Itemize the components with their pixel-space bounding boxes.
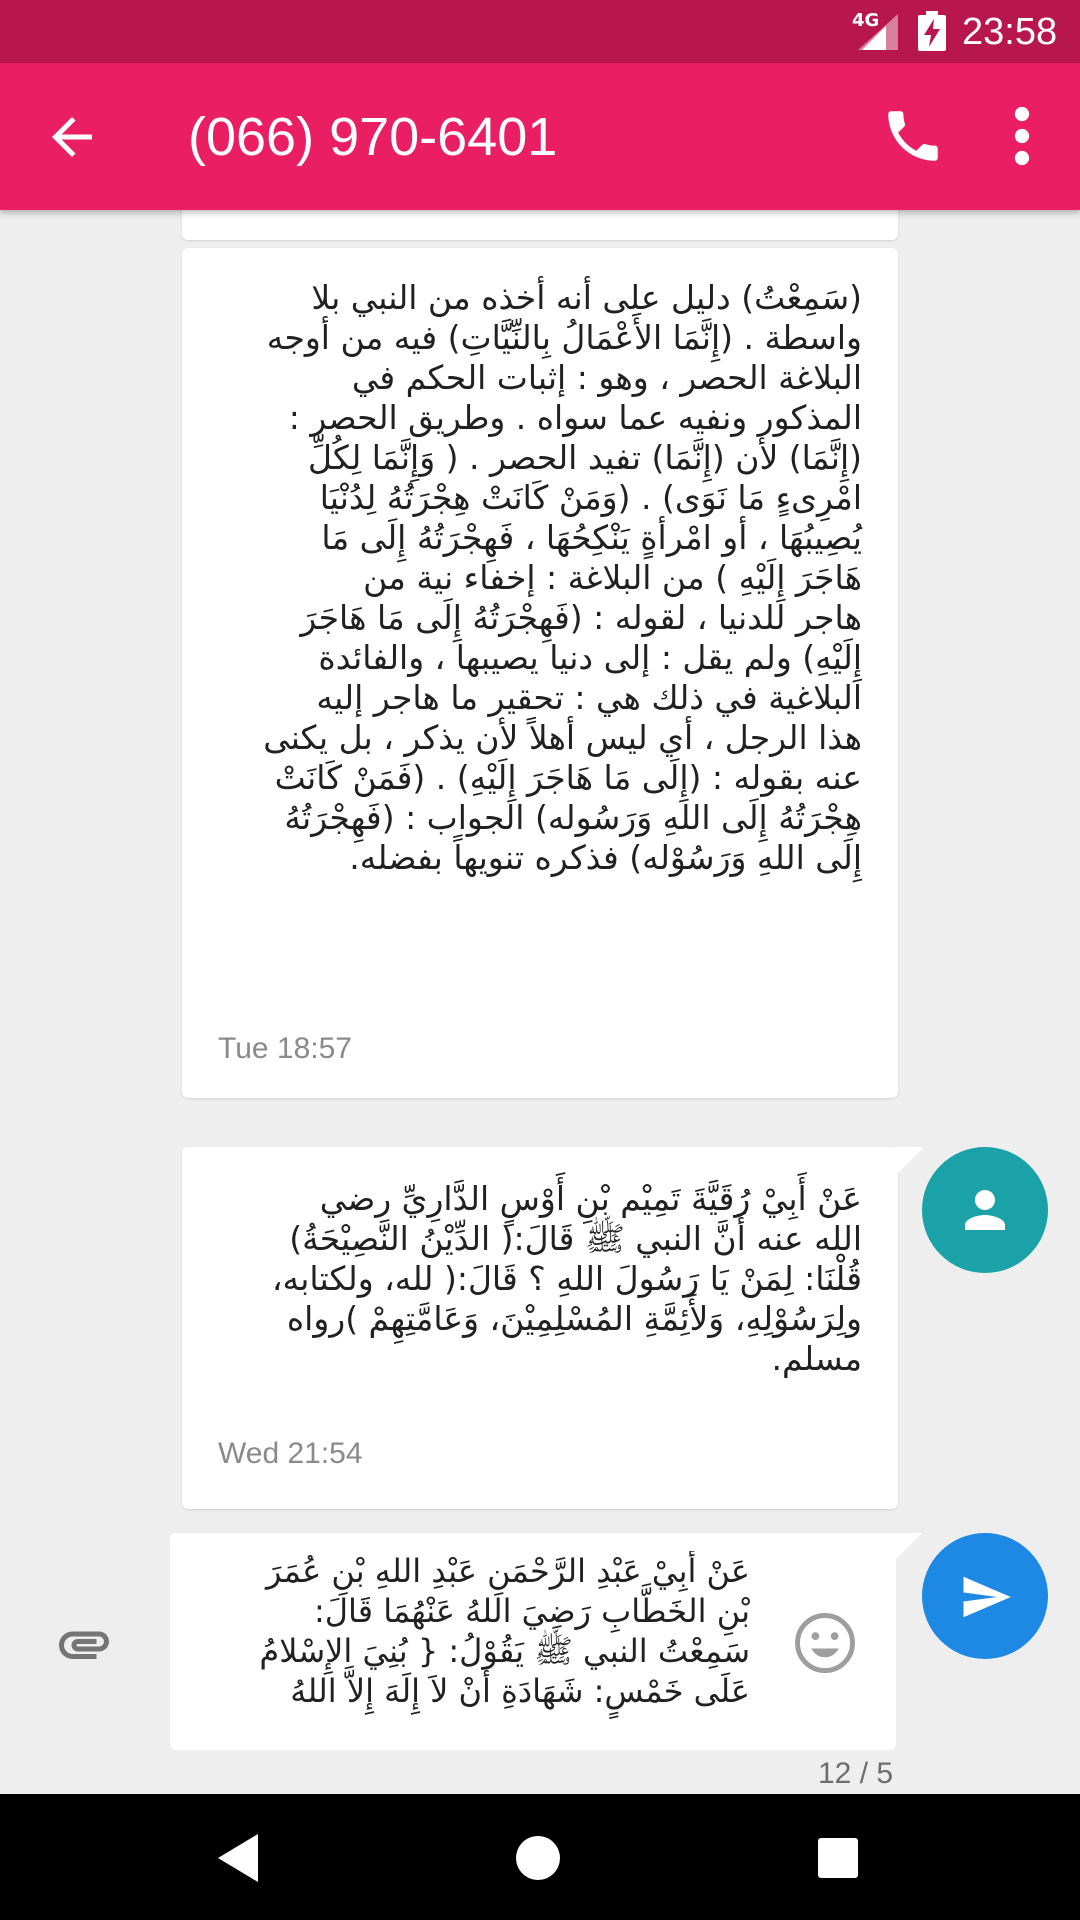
status-bar: 4G 23:58	[0, 0, 1080, 63]
paperclip-icon[interactable]	[54, 1614, 114, 1674]
navigation-bar	[0, 1794, 1080, 1920]
arrow-back-icon[interactable]	[42, 107, 102, 167]
message-compose-field[interactable]: عَنْ أَبِيْ عَبْدِ الرَّحْمَنِ عَبْدِ ال…	[170, 1533, 896, 1750]
message-counter: 12 / 5	[818, 1757, 894, 1790]
message-bubble[interactable]: (سَمِعْتُ) دليل على أنه أخذه من النبي بل…	[182, 248, 898, 1098]
message-timestamp: Tue 18:57	[218, 1032, 352, 1065]
more-vert-icon[interactable]	[1000, 103, 1044, 169]
contact-avatar[interactable]	[922, 1147, 1048, 1273]
bubble-tail	[896, 1147, 924, 1175]
app-bar: (066) 970-6401	[0, 63, 1080, 210]
send-icon	[963, 1576, 1011, 1618]
send-button[interactable]	[922, 1533, 1048, 1659]
nav-home-icon[interactable]	[508, 1828, 568, 1888]
battery-charging-icon	[918, 11, 946, 51]
contact-title: (066) 970-6401	[188, 107, 558, 167]
message-timestamp: Wed 21:54	[218, 1437, 363, 1470]
person-icon	[965, 1190, 1005, 1230]
compose-text[interactable]: عَنْ أَبِيْ عَبْدِ الرَّحْمَنِ عَبْدِ ال…	[190, 1551, 750, 1741]
message-text: عَنْ أَبِيْ رُقَيَّةَ تَمِيْم بْنِ أَوْس…	[271, 1179, 862, 1378]
compose-tail	[894, 1533, 922, 1561]
messaging-screen: 4G 23:58 (066) 970-6401 (سَمِعْتُ) دليل …	[0, 0, 1080, 1920]
nav-back-icon[interactable]	[210, 1828, 270, 1888]
nav-recents-icon[interactable]	[808, 1828, 868, 1888]
message-text: (سَمِعْتُ) دليل على أنه أخذه من النبي بل…	[263, 278, 862, 877]
emoji-icon[interactable]	[792, 1610, 858, 1676]
clock: 23:58	[962, 11, 1058, 53]
message-bubble[interactable]: عَنْ أَبِيْ رُقَيَّةَ تَمِيْم بْنِ أَوْس…	[182, 1147, 898, 1509]
signal-icon	[858, 14, 898, 50]
phone-icon[interactable]	[880, 103, 946, 169]
